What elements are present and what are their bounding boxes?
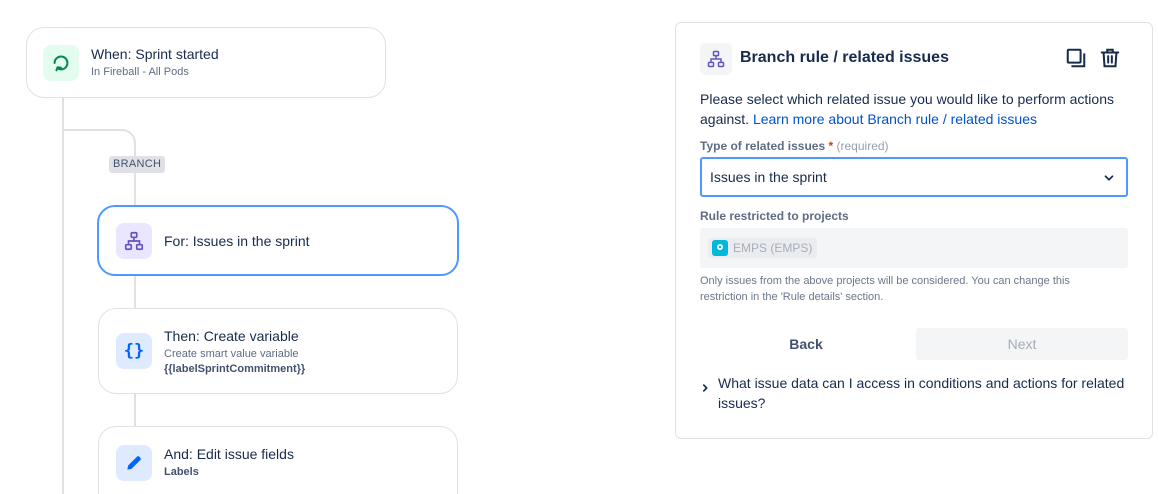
create-variable-detail: {{labelSprintCommitment}} bbox=[164, 362, 306, 375]
panel-title: Branch rule / related issues bbox=[740, 49, 949, 66]
type-of-related-issues-value: Issues in the sprint bbox=[710, 169, 827, 185]
connector-branch-curve bbox=[62, 129, 136, 159]
pencil-icon bbox=[116, 445, 152, 481]
type-of-related-issues-label: Type of related issues * (required) bbox=[700, 139, 889, 153]
create-variable-title: Then: Create variable bbox=[164, 327, 299, 344]
refresh-cycle-icon bbox=[43, 44, 79, 81]
restricted-projects-field: EMPS (EMPS) bbox=[700, 228, 1128, 268]
trigger-subtitle: In Fireball - All Pods bbox=[91, 66, 189, 78]
connector-branch-1 bbox=[134, 172, 136, 206]
panel-description: Please select which related issue you wo… bbox=[700, 91, 1114, 127]
rule-restricted-label: Rule restricted to projects bbox=[700, 209, 849, 223]
edit-fields-detail: Labels bbox=[164, 466, 199, 478]
trigger-node[interactable]: When: Sprint started In Fireball - All P… bbox=[26, 27, 386, 98]
branch-rule-panel: Branch rule / related issues Please sele… bbox=[675, 22, 1153, 439]
trigger-title: When: Sprint started bbox=[91, 46, 219, 62]
project-avatar-icon bbox=[712, 240, 728, 256]
edit-fields-title: And: Edit issue fields bbox=[164, 446, 294, 462]
type-of-related-issues-select[interactable]: Issues in the sprint bbox=[700, 157, 1128, 197]
next-button[interactable]: Next bbox=[916, 328, 1128, 360]
create-variable-subtitle: Create smart value variable bbox=[164, 347, 299, 360]
project-tag: EMPS (EMPS) bbox=[708, 238, 818, 258]
back-button[interactable]: Back bbox=[700, 328, 912, 360]
create-variable-node[interactable]: {} Then: Create variable Create smart va… bbox=[98, 308, 458, 394]
hierarchy-icon bbox=[700, 43, 732, 75]
duplicate-icon[interactable] bbox=[1064, 45, 1088, 71]
faq-expander[interactable]: What issue data can I access in conditio… bbox=[700, 373, 1130, 413]
connector-branch-3 bbox=[134, 393, 136, 427]
branch-node-title: For: Issues in the sprint bbox=[164, 232, 310, 249]
hierarchy-icon bbox=[116, 222, 152, 259]
restriction-help-text: Only issues from the above projects will… bbox=[700, 275, 1070, 303]
faq-text: What issue data can I access in conditio… bbox=[718, 375, 1125, 411]
edit-fields-node[interactable]: And: Edit issue fields Labels bbox=[98, 426, 458, 494]
branch-tag: BRANCH bbox=[109, 156, 166, 173]
branch-node[interactable]: For: Issues in the sprint bbox=[97, 205, 459, 276]
learn-more-link[interactable]: Learn more about Branch rule / related i… bbox=[753, 111, 1037, 127]
connector-branch-2 bbox=[134, 276, 136, 309]
chevron-right-icon bbox=[700, 373, 718, 413]
chevron-down-icon bbox=[1102, 171, 1116, 188]
trash-icon[interactable] bbox=[1098, 45, 1122, 71]
curly-braces-icon: {} bbox=[116, 333, 152, 369]
